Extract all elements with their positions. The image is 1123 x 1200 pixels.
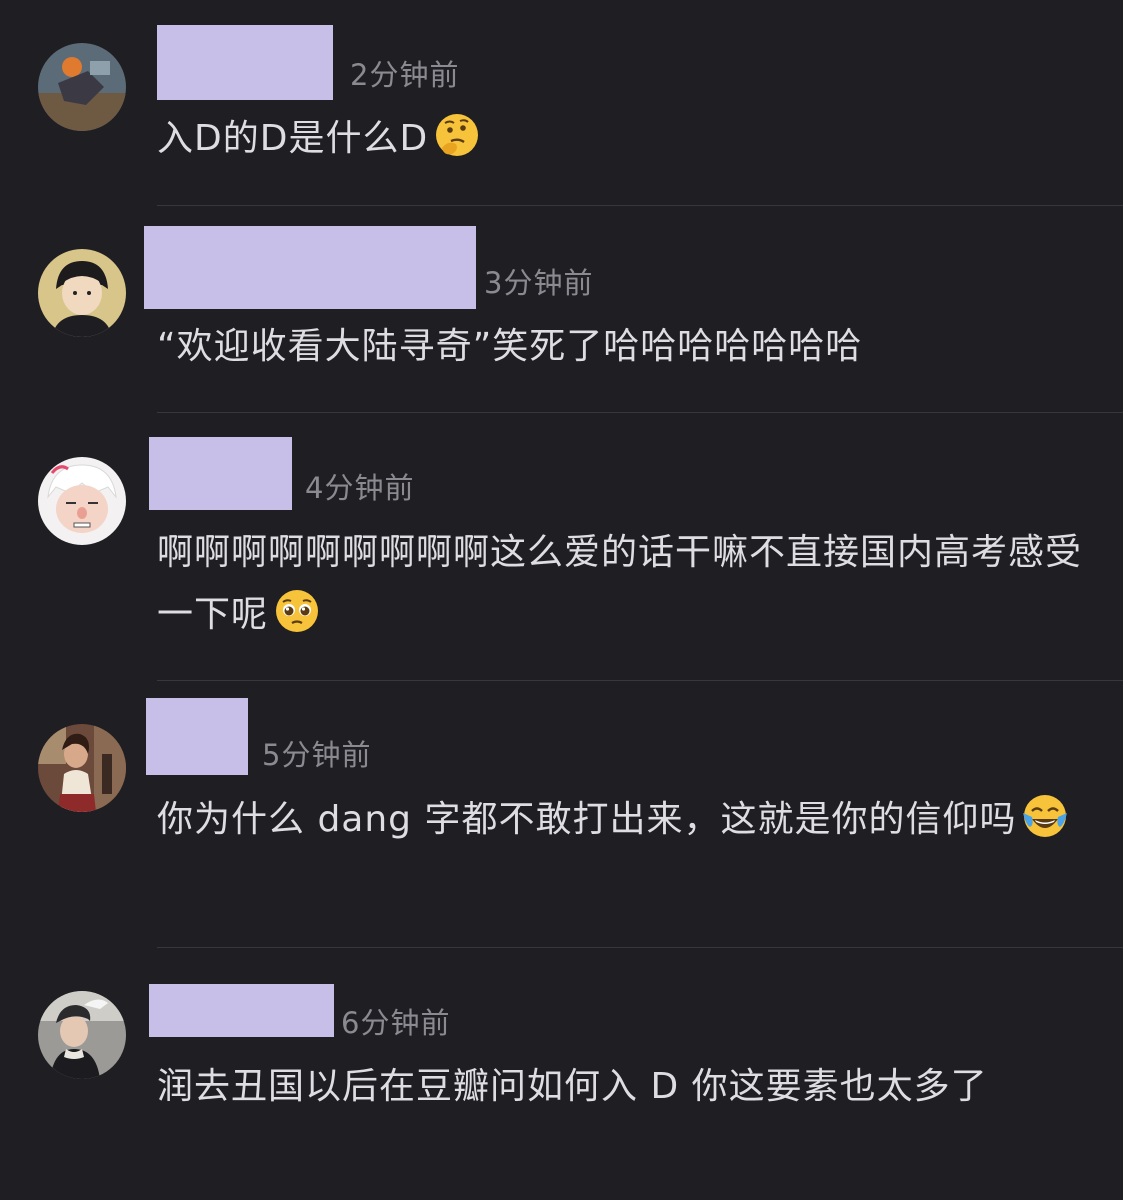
comment-text: 啊啊啊啊啊啊啊啊啊这么爱的话干嘛不直接国内高考感受一下呢 <box>157 522 1087 646</box>
comment-item: 5分钟前 你为什么 dang 字都不敢打出来，这就是你的信仰吗 <box>0 681 1123 947</box>
comment-timestamp: 4分钟前 <box>305 471 415 505</box>
comment-body: 你为什么 dang 字都不敢打出来，这就是你的信仰吗 <box>157 799 1017 840</box>
comment-timestamp: 6分钟前 <box>341 1006 451 1040</box>
comment-timestamp: 3分钟前 <box>484 266 594 300</box>
comment-item: 3分钟前 “欢迎收看大陆寻奇”笑死了哈哈哈哈哈哈哈 <box>0 206 1123 412</box>
thinking-face-emoji <box>432 110 482 160</box>
comment-text: 入D的D是什么D <box>157 108 1087 170</box>
pleading-face-emoji <box>272 586 322 636</box>
comment-body: “欢迎收看大陆寻奇”笑死了哈哈哈哈哈哈哈 <box>157 326 863 367</box>
user-avatar[interactable] <box>38 457 126 545</box>
username-redacted[interactable] <box>144 226 476 309</box>
comment-text: 润去丑国以后在豆瓣问如何入 D 你这要素也太多了 <box>157 1056 1087 1118</box>
comment-timestamp: 5分钟前 <box>262 738 372 772</box>
username-redacted[interactable] <box>149 984 334 1037</box>
comment-text: 你为什么 dang 字都不敢打出来，这就是你的信仰吗 <box>157 789 1087 851</box>
tears-of-joy-emoji <box>1020 791 1070 841</box>
comment-item: 6分钟前 润去丑国以后在豆瓣问如何入 D 你这要素也太多了 <box>0 948 1123 1200</box>
user-avatar[interactable] <box>38 991 126 1079</box>
username-redacted[interactable] <box>146 698 248 775</box>
username-redacted[interactable] <box>157 25 333 100</box>
user-avatar[interactable] <box>38 249 126 337</box>
comment-item: 2分钟前 入D的D是什么D <box>0 0 1123 205</box>
comment-item: 4分钟前 啊啊啊啊啊啊啊啊啊这么爱的话干嘛不直接国内高考感受一下呢 <box>0 413 1123 680</box>
username-redacted[interactable] <box>149 437 292 510</box>
comment-body: 润去丑国以后在豆瓣问如何入 D 你这要素也太多了 <box>157 1066 988 1107</box>
comment-body: 入D的D是什么D <box>157 118 429 159</box>
user-avatar[interactable] <box>38 43 126 131</box>
comment-text: “欢迎收看大陆寻奇”笑死了哈哈哈哈哈哈哈 <box>157 316 1087 378</box>
user-avatar[interactable] <box>38 724 126 812</box>
comment-timestamp: 2分钟前 <box>350 58 460 92</box>
